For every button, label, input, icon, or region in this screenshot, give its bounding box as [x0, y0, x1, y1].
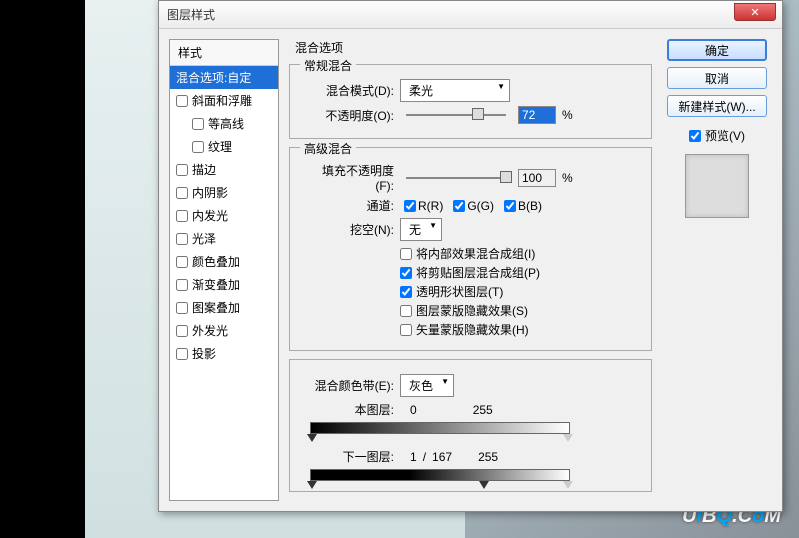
style-checkbox[interactable]	[176, 210, 188, 222]
panel-title: 混合选项	[295, 39, 652, 56]
this-white-val: 255	[473, 403, 493, 417]
channel-b[interactable]: B(B)	[504, 199, 542, 213]
style-checkbox[interactable]	[176, 256, 188, 268]
check-transparency-shapes[interactable]: 透明形状图层(T)	[400, 283, 637, 300]
style-item-label: 渐变叠加	[192, 276, 240, 293]
style-item-drop-shadow[interactable]: 投影	[170, 342, 278, 365]
style-item-color-overlay[interactable]: 颜色叠加	[170, 250, 278, 273]
blend-if-label: 混合颜色带(E):	[304, 377, 394, 394]
style-checkbox[interactable]	[192, 118, 204, 130]
style-item-inner-shadow[interactable]: 内阴影	[170, 181, 278, 204]
percent-label: %	[562, 171, 573, 185]
style-item-stroke[interactable]: 描边	[170, 158, 278, 181]
layer-style-dialog: 图层样式 ✕ 样式 混合选项:自定 斜面和浮雕 等高线 纹理 描边	[158, 0, 783, 512]
knockout-select[interactable]: 无	[400, 218, 442, 241]
slider-thumb[interactable]	[500, 171, 512, 183]
check-layer-mask-hides[interactable]: 图层蒙版隐藏效果(S)	[400, 302, 637, 319]
group-legend: 高级混合	[300, 140, 356, 157]
style-item-gradient-overlay[interactable]: 渐变叠加	[170, 273, 278, 296]
style-list-header: 样式	[170, 40, 278, 66]
style-list: 样式 混合选项:自定 斜面和浮雕 等高线 纹理 描边 内阴影	[169, 39, 279, 501]
style-checkbox[interactable]	[192, 141, 204, 153]
style-item-label: 投影	[192, 345, 216, 362]
general-blending-group: 常规混合 混合模式(D): 柔光 不透明度(O): 72 %	[289, 64, 652, 139]
style-item-label: 等高线	[208, 115, 244, 132]
style-item-pattern-overlay[interactable]: 图案叠加	[170, 296, 278, 319]
this-layer-gradient[interactable]	[310, 422, 570, 434]
close-button[interactable]: ✕	[734, 3, 776, 21]
slider-black[interactable]	[307, 434, 317, 442]
under-val-0: 1	[410, 450, 417, 464]
style-item-bevel[interactable]: 斜面和浮雕	[170, 89, 278, 112]
under-val-1: 167	[432, 450, 452, 464]
style-item-label: 描边	[192, 161, 216, 178]
under-slash: /	[423, 450, 426, 464]
blend-if-select[interactable]: 灰色	[400, 374, 454, 397]
style-item-outer-glow[interactable]: 外发光	[170, 319, 278, 342]
this-layer-label: 本图层:	[304, 401, 394, 418]
style-item-satin[interactable]: 光泽	[170, 227, 278, 250]
main-panel: 混合选项 常规混合 混合模式(D): 柔光 不透明度(O): 72 % 高级混合…	[289, 39, 652, 501]
fill-opacity-label: 填充不透明度(F):	[304, 162, 394, 193]
style-item-label: 光泽	[192, 230, 216, 247]
style-item-label: 纹理	[208, 138, 232, 155]
preview-thumbnail	[685, 154, 749, 218]
under-layer-label: 下一图层:	[304, 448, 394, 465]
fill-opacity-input[interactable]: 100	[518, 169, 556, 187]
style-item-inner-glow[interactable]: 内发光	[170, 204, 278, 227]
channel-g[interactable]: G(G)	[453, 199, 494, 213]
style-item-label: 内发光	[192, 207, 228, 224]
style-checkbox[interactable]	[176, 325, 188, 337]
opacity-input[interactable]: 72	[518, 106, 556, 124]
dialog-title: 图层样式	[167, 6, 215, 23]
style-checkbox[interactable]	[176, 164, 188, 176]
close-icon: ✕	[750, 6, 759, 19]
this-black-val: 0	[410, 403, 417, 417]
style-item-contour[interactable]: 等高线	[170, 112, 278, 135]
style-item-texture[interactable]: 纹理	[170, 135, 278, 158]
style-item-label: 图案叠加	[192, 299, 240, 316]
blend-if-group: 混合颜色带(E): 灰色 本图层: 0 255 下一图层: 1 / 167	[289, 359, 652, 492]
style-item-label: 内阴影	[192, 184, 228, 201]
channels-label: 通道:	[304, 197, 394, 214]
style-checkbox[interactable]	[176, 348, 188, 360]
blend-mode-label: 混合模式(D):	[304, 82, 394, 99]
style-checkbox[interactable]	[176, 302, 188, 314]
slider-thumb[interactable]	[472, 108, 484, 120]
style-item-label: 斜面和浮雕	[192, 92, 252, 109]
check-blend-interior[interactable]: 将内部效果混合成组(I)	[400, 245, 637, 262]
style-checkbox[interactable]	[176, 95, 188, 107]
style-checkbox[interactable]	[176, 233, 188, 245]
cancel-button[interactable]: 取消	[667, 67, 767, 89]
check-blend-clipped[interactable]: 将剪贴图层混合成组(P)	[400, 264, 637, 281]
opacity-slider[interactable]	[406, 114, 506, 116]
knockout-label: 挖空(N):	[304, 221, 394, 238]
under-layer-gradient[interactable]	[310, 469, 570, 481]
channel-r[interactable]: R(R)	[404, 199, 443, 213]
ok-button[interactable]: 确定	[667, 39, 767, 61]
slider-white[interactable]	[563, 481, 573, 489]
new-style-button[interactable]: 新建样式(W)...	[667, 95, 767, 117]
right-panel: 确定 取消 新建样式(W)... 预览(V)	[662, 39, 772, 501]
slider-black-low[interactable]	[307, 481, 317, 489]
style-checkbox[interactable]	[176, 279, 188, 291]
style-item-blending-options[interactable]: 混合选项:自定	[170, 66, 278, 89]
check-vector-mask-hides[interactable]: 矢量蒙版隐藏效果(H)	[400, 321, 637, 338]
blend-mode-select[interactable]: 柔光	[400, 79, 510, 102]
slider-black-high[interactable]	[479, 481, 489, 489]
group-legend: 常规混合	[300, 57, 356, 74]
style-item-label: 颜色叠加	[192, 253, 240, 270]
percent-label: %	[562, 108, 573, 122]
titlebar[interactable]: 图层样式 ✕	[159, 1, 782, 29]
style-checkbox[interactable]	[176, 187, 188, 199]
fill-opacity-slider[interactable]	[406, 177, 506, 179]
style-item-label: 外发光	[192, 322, 228, 339]
preview-checkbox[interactable]: 预览(V)	[689, 127, 745, 144]
advanced-blending-group: 高级混合 填充不透明度(F): 100 % 通道: R(R) G(G) B(B)	[289, 147, 652, 351]
under-white-val: 255	[478, 450, 498, 464]
opacity-label: 不透明度(O):	[304, 107, 394, 124]
slider-white[interactable]	[563, 434, 573, 442]
style-item-label: 混合选项:自定	[176, 69, 251, 86]
dialog-content: 样式 混合选项:自定 斜面和浮雕 等高线 纹理 描边 内阴影	[159, 29, 782, 511]
